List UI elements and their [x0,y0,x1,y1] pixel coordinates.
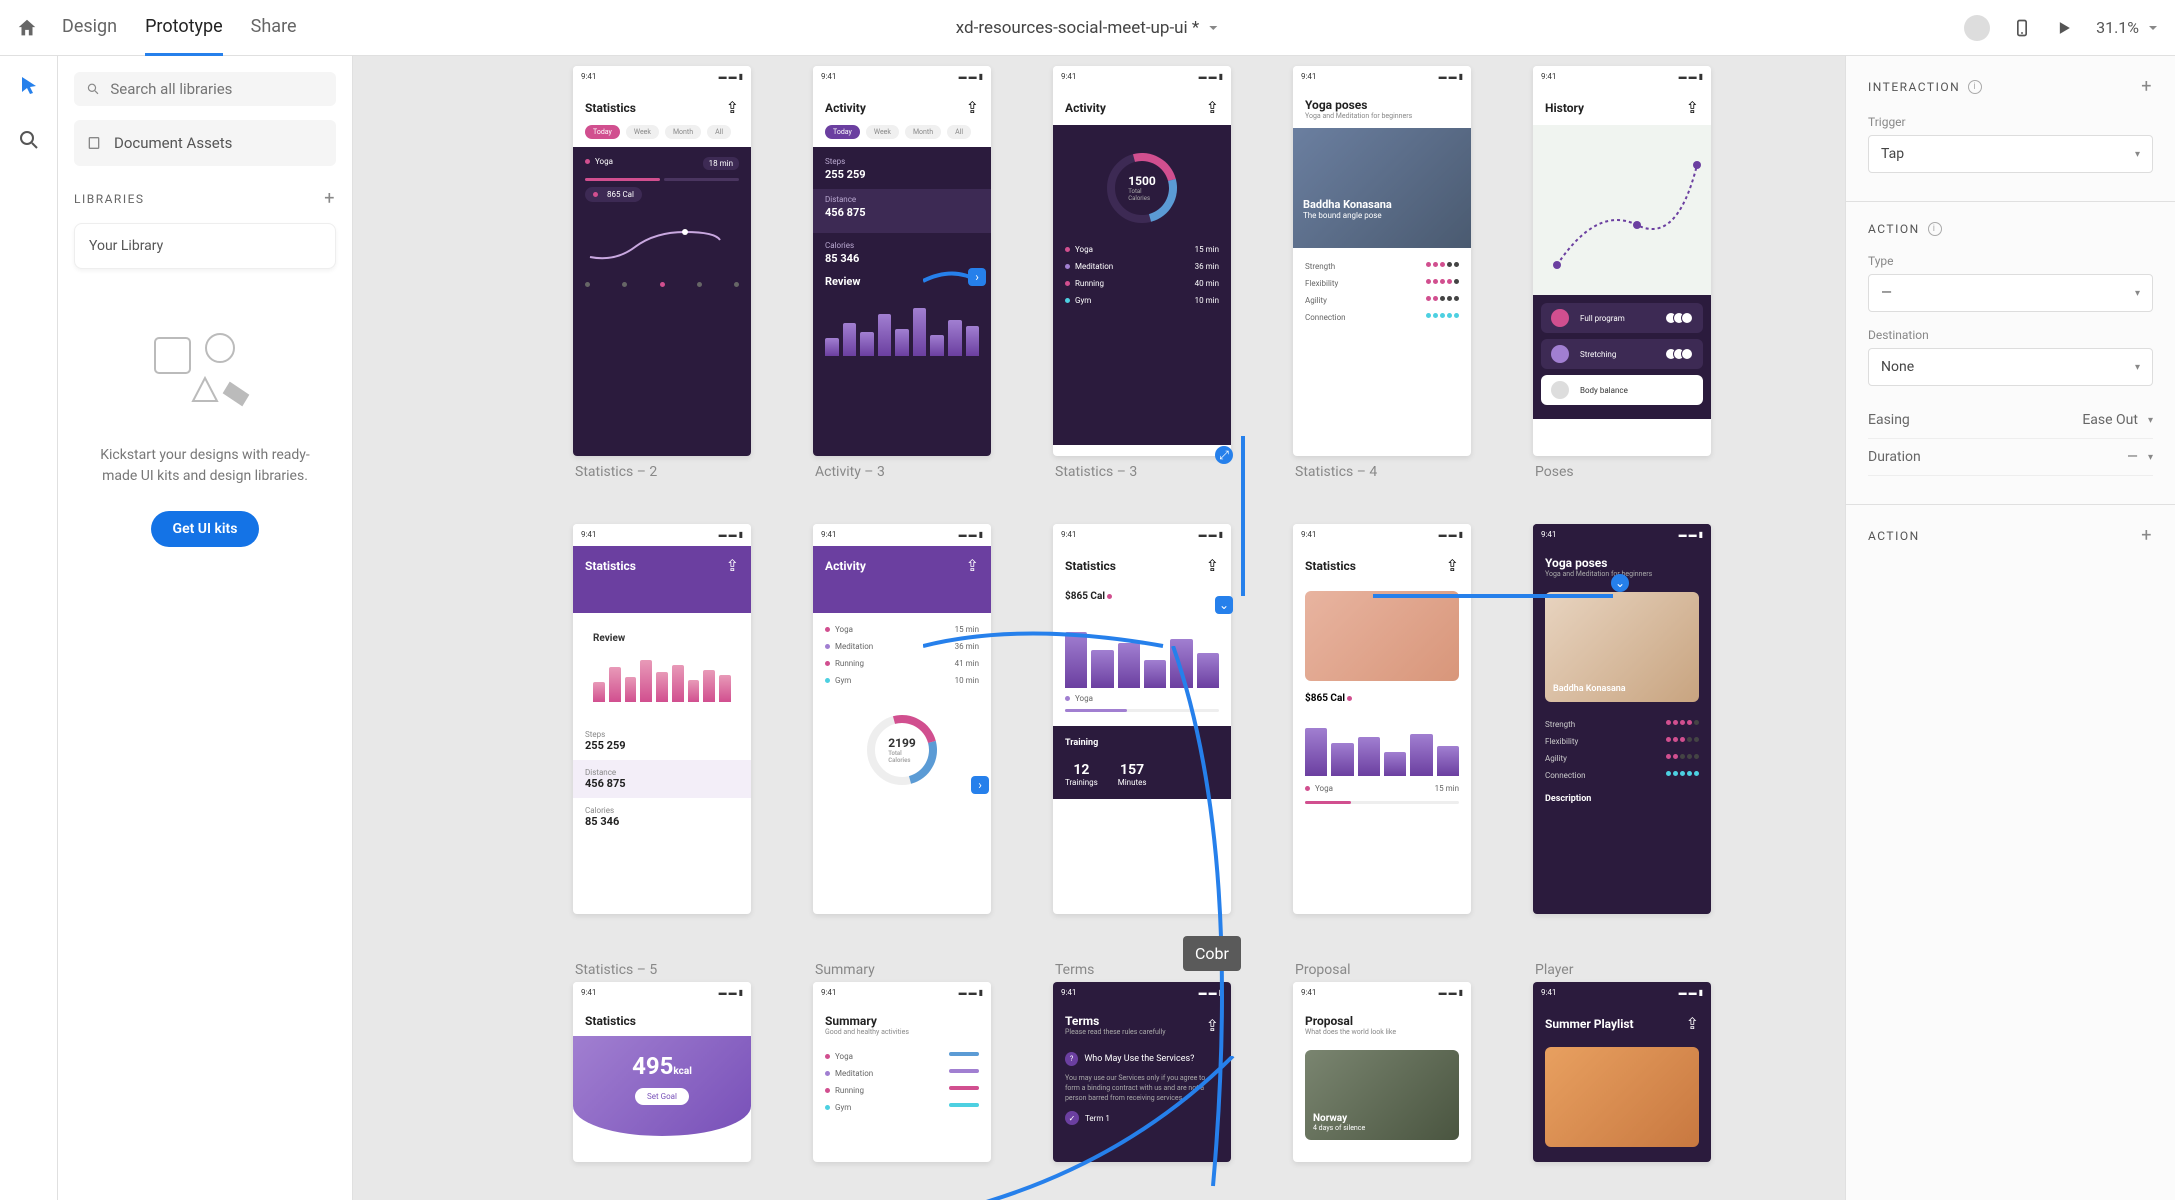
topbar-right: 31.1% [1964,15,2159,41]
duration-value[interactable]: — [2127,449,2138,465]
ui-kits-illustration-icon [145,323,265,413]
prototype-wire [1223,436,1263,616]
artboard-label: Activity – 3 [813,464,1033,480]
home-icon[interactable] [16,17,38,39]
user-avatar[interactable] [1964,15,1990,41]
assets-panel: Document Assets LIBRARIES + Your Library… [58,56,353,1200]
zoom-value: 31.1% [2096,18,2139,37]
action-label: ACTION [1868,222,1920,236]
canvas[interactable]: 9:41▬ ▬ ▮ Statistics⇪ TodayWeekMonthAll … [353,56,1845,1200]
tooltip: Cobr [1183,936,1241,971]
playlist-image [1545,1047,1699,1147]
destination-label: Destination [1868,328,2153,342]
libraries-header: LIBRARIES + [74,188,336,209]
artboard-title: Statistics [585,101,636,115]
artboard-label: Proposal [1293,962,1513,978]
your-library-item[interactable]: Your Library [74,223,336,269]
topbar-left: Design Prototype Share [16,0,297,56]
prototype-wire [913,1056,1253,1200]
document-title[interactable]: xd-resources-social-meet-up-ui * [956,18,1219,38]
left-toolbar [0,56,58,1200]
interaction-label: INTERACTION [1868,80,1960,94]
artboard-label: Poses [1533,464,1753,480]
document-icon [86,135,102,151]
search-icon [86,81,100,97]
main: Document Assets LIBRARIES + Your Library… [0,56,2175,1200]
artboard-label: Statistics – 4 [1293,464,1513,480]
properties-panel: INTERACTIONi+ Trigger Tap▾ ACTIONi Type … [1845,56,2175,1200]
get-ui-kits-button[interactable]: Get UI kits [151,511,260,547]
chevron-down-icon: ▾ [2135,149,2140,160]
trigger-select[interactable]: Tap▾ [1868,135,2153,173]
tab-design[interactable]: Design [62,0,117,56]
artboard-statistics-3[interactable]: 9:41▬ ▬ ▮ Activity⇪ 1500Total Calories Y… [1053,66,1231,456]
wire-node[interactable]: ⤢ [1215,446,1233,464]
chevron-down-icon [2147,22,2159,34]
artboard-title: Activity [1065,101,1106,115]
wire-arrow-icon[interactable]: › [971,776,989,794]
type-label: Type [1868,254,2153,268]
yoga-hero-image: Baddha KonasanaThe bound angle pose [1293,128,1471,248]
status-bar: 9:41▬ ▬ ▮ [573,66,751,88]
search-input[interactable] [110,80,324,98]
set-goal-button[interactable]: Set Goal [635,1088,689,1105]
proposal-image: Norway 4 days of silence [1305,1050,1459,1140]
artboard-player[interactable]: 9:41▬ ▬ ▮ Summer Playlist⇪ [1533,982,1711,1162]
add-action-button[interactable]: + [2141,525,2153,546]
add-interaction-button[interactable]: + [2141,76,2153,97]
topbar: Design Prototype Share xd-resources-soci… [0,0,2175,56]
artboard-statistics-2[interactable]: 9:41▬ ▬ ▮ Statistics⇪ TodayWeekMonthAll … [573,66,751,456]
duration-label: Duration [1868,449,1921,465]
artboard-proposal[interactable]: 9:41▬ ▬ ▮ ProposalWhat does the world lo… [1293,982,1471,1162]
artboard-statistics-5[interactable]: 9:41▬ ▬ ▮ Statistics 495kcal Set Goal [573,982,751,1162]
document-name: xd-resources-social-meet-up-ui * [956,18,1199,38]
add-library-button[interactable]: + [324,188,336,209]
mobile-preview-icon[interactable] [2012,18,2032,38]
artboard-poses[interactable]: 9:41▬ ▬ ▮ History⇪ Full program Stretchi… [1533,66,1711,456]
destination-select[interactable]: None▾ [1868,348,2153,386]
type-select[interactable]: —▾ [1868,274,2153,312]
pill-today: Today [585,125,620,139]
action2-label: ACTION [1868,529,1920,543]
artboard-title: Activity [825,101,866,115]
play-icon[interactable] [2054,18,2074,38]
wire-arrow-icon[interactable]: ⌄ [1215,596,1233,614]
document-assets-button[interactable]: Document Assets [74,120,336,166]
zoom-control[interactable]: 31.1% [2096,18,2159,37]
artboard-activity-donut[interactable]: 9:41▬ ▬ ▮ Activity⇪ Yoga15 min Meditatio… [813,524,991,914]
wire-node[interactable]: ⌄ [1611,574,1629,592]
kickstart-text: Kickstart your designs with ready-made U… [84,445,326,487]
map [1533,125,1711,295]
artboard-label: Player [1533,962,1753,978]
select-tool[interactable] [17,74,41,102]
artboard-label: Statistics – 2 [573,464,793,480]
doc-assets-label: Document Assets [114,134,232,152]
artboard-statistics-4[interactable]: 9:41▬ ▬ ▮ Yoga posesYoga and Meditation … [1293,66,1471,456]
wire-arrow-icon[interactable]: › [968,268,986,286]
info-icon[interactable]: i [1968,80,1982,94]
trigger-label: Trigger [1868,115,2153,129]
prototype-wire [1373,581,1633,611]
kickstart-promo: Kickstart your designs with ready-made U… [74,323,336,547]
prototype-wire [923,616,1183,676]
easing-value[interactable]: Ease Out [2082,412,2138,428]
tab-prototype[interactable]: Prototype [145,0,223,56]
libraries-label: LIBRARIES [74,192,145,206]
search-tool[interactable] [17,128,41,156]
artboard-label: Statistics – 5 [573,962,793,978]
info-icon[interactable]: i [1928,222,1942,236]
easing-label: Easing [1868,412,1910,428]
library-search[interactable] [74,72,336,106]
donut-chart: 2199Total Calories [867,715,937,785]
artboard-label: Summary [813,962,1033,978]
share-icon: ⇪ [726,98,739,117]
donut-chart: 1500Total Calories [1107,153,1177,223]
artboard-statistics-review[interactable]: 9:41▬ ▬ ▮ Statistics⇪ Review Steps255 25… [573,524,751,914]
tab-share[interactable]: Share [251,0,297,56]
mode-tabs: Design Prototype Share [62,0,297,56]
chevron-down-icon [1207,22,1219,34]
line-chart [585,212,725,272]
